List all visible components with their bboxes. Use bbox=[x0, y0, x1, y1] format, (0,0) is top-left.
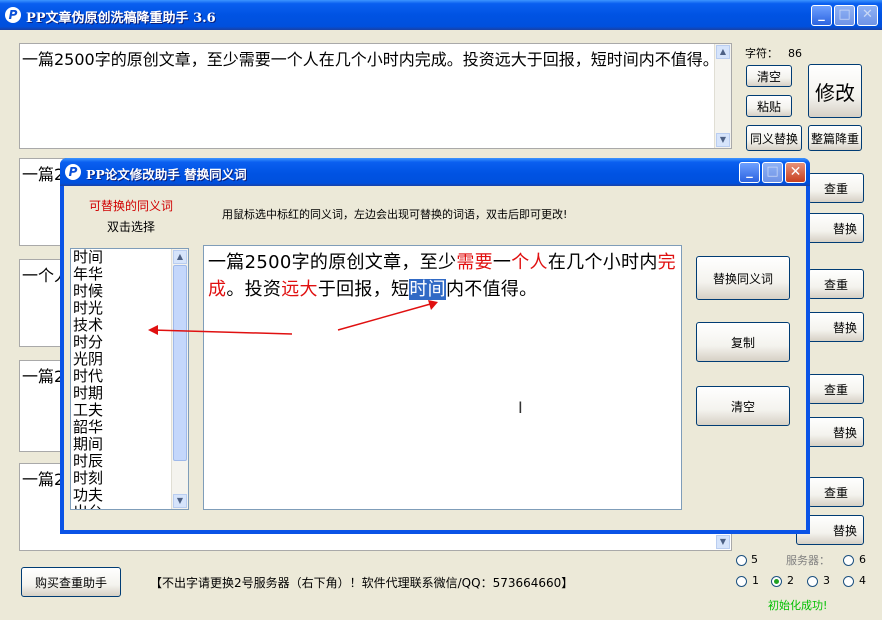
article-text-2: 一篇2 bbox=[22, 165, 65, 184]
server-radio-3[interactable] bbox=[807, 576, 818, 587]
arrow-to-word bbox=[337, 302, 435, 331]
dialog-title-bar[interactable]: P PP论文修改助手 替换同义词 _ □ ✕ bbox=[60, 158, 810, 186]
arrow-to-list bbox=[151, 329, 293, 335]
server-radio-2[interactable] bbox=[771, 576, 782, 587]
dialog-close-button[interactable]: ✕ bbox=[785, 162, 806, 183]
check-button-2[interactable]: 查重 bbox=[808, 173, 864, 203]
buy-checker-button[interactable]: 购买查重助手 bbox=[21, 567, 121, 597]
status-text: 初始化成功! bbox=[768, 599, 828, 612]
dialog-maximize-button: □ bbox=[762, 162, 783, 183]
pp-logo-icon: P bbox=[65, 164, 81, 180]
char-count-label: 字符： 86 bbox=[745, 47, 802, 60]
article-text-5: 一篇2 bbox=[22, 470, 65, 489]
server-radio-5[interactable] bbox=[736, 555, 747, 566]
copy-button[interactable]: 复制 bbox=[696, 322, 790, 362]
synonym-dialog: P PP论文修改助手 替换同义词 _ □ ✕ 可替换的同义词 双击选择 用鼠标选… bbox=[60, 158, 810, 534]
server-label-3: 3 bbox=[823, 574, 830, 587]
notice-text: 【不出字请更换2号服务器（右下角）！软件代理联系微信/QQ：573664660】 bbox=[150, 576, 574, 590]
scroll-up-icon[interactable]: ▲ bbox=[716, 45, 730, 59]
dialog-title: PP论文修改助手 替换同义词 bbox=[86, 167, 247, 182]
scroll-down-icon[interactable]: ▼ bbox=[716, 535, 730, 549]
article-text-4: 一篇2 bbox=[22, 367, 65, 386]
article-input-1[interactable]: 一篇2500字的原创文章，至少需要一个人在几个小时内完成。投资远大于回报，短时间… bbox=[19, 43, 732, 149]
dialog-body: 可替换的同义词 双击选择 用鼠标选中标红的同义词，左边会出现可替换的词语，双击后… bbox=[64, 186, 806, 530]
main-title-bar[interactable]: P PP文章伪原创洗稿降重助手 3.6 _ □ ✕ bbox=[0, 0, 882, 30]
full-reduce-button[interactable]: 整篇降重 bbox=[808, 125, 862, 151]
check-button-5[interactable]: 查重 bbox=[808, 477, 864, 507]
clear-button[interactable]: 清空 bbox=[746, 65, 792, 87]
arrow-head-right bbox=[428, 300, 438, 310]
window-title: PP文章伪原创洗稿降重助手 3.6 bbox=[26, 11, 216, 26]
check-button-4[interactable]: 查重 bbox=[808, 374, 864, 404]
dialog-clear-button[interactable]: 清空 bbox=[696, 386, 790, 426]
server-label: 服务器： bbox=[786, 554, 830, 567]
server-label-2: 2 bbox=[787, 574, 794, 587]
paste-button[interactable]: 粘贴 bbox=[746, 95, 792, 117]
scrollbar[interactable]: ▲ ▼ bbox=[714, 44, 731, 148]
minimize-button[interactable]: _ bbox=[811, 5, 832, 26]
server-radio-6[interactable] bbox=[843, 555, 854, 566]
article-text-1: 一篇2500字的原创文章，至少需要一个人在几个小时内完成。投资远大于回报，短时间… bbox=[22, 50, 719, 69]
pp-logo-icon: P bbox=[5, 7, 21, 23]
close-button: ✕ bbox=[857, 5, 878, 26]
server-radio-1[interactable] bbox=[736, 576, 747, 587]
scroll-down-icon[interactable]: ▼ bbox=[716, 133, 730, 147]
server-label-6: 6 bbox=[859, 553, 866, 566]
server-label-1: 1 bbox=[752, 574, 759, 587]
dialog-minimize-button[interactable]: _ bbox=[739, 162, 760, 183]
check-button-3[interactable]: 查重 bbox=[808, 269, 864, 299]
replace-synonym-button[interactable]: 替换同义词 bbox=[696, 256, 790, 300]
server-radio-4[interactable] bbox=[843, 576, 854, 587]
synonym-replace-button[interactable]: 同义替换 bbox=[746, 125, 802, 151]
server-label-5: 5 bbox=[751, 553, 758, 566]
char-count-value: 86 bbox=[788, 47, 802, 60]
annotation-arrows bbox=[148, 300, 438, 335]
server-label-4: 4 bbox=[859, 574, 866, 587]
maximize-button: □ bbox=[834, 5, 855, 26]
arrow-head-left bbox=[148, 325, 158, 335]
modify-button[interactable]: 修改 bbox=[808, 64, 862, 118]
